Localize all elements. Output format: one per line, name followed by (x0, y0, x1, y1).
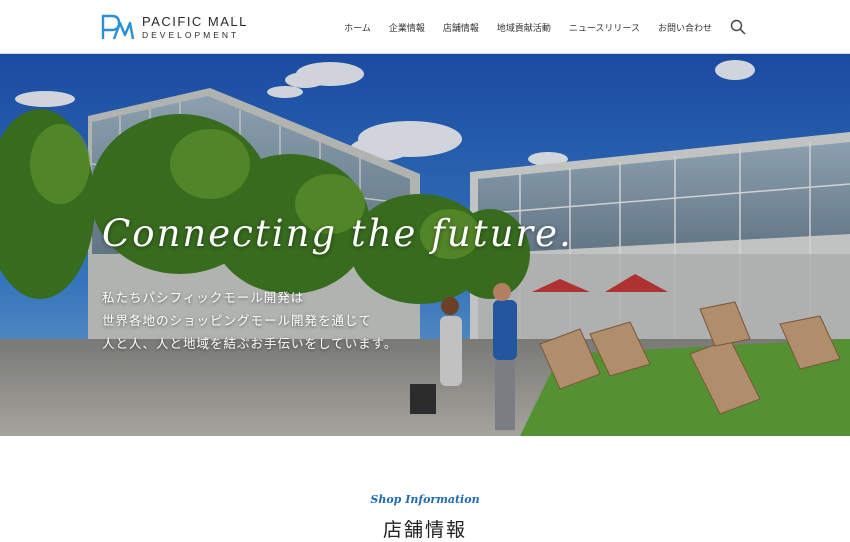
hero-copy: 私たちパシフィックモール開発は 世界各地のショッピングモール開発を通じて 人と人… (102, 286, 397, 355)
section-title-ja: 店舗情報 (382, 519, 467, 541)
logo-mark (101, 14, 135, 40)
nav-news[interactable]: ニュースリリース (569, 21, 640, 34)
hero-copy-line: 人と人、人と地域を結ぶお手伝いをしています。 (102, 336, 398, 351)
nav-contact[interactable]: お問い合わせ (658, 21, 712, 34)
section-title-en: Shop Information (370, 493, 480, 506)
logo-subtitle: DEVELOPMENT (142, 29, 240, 40)
hero-copy-line: 世界各地のショッピングモール開発を通じて (102, 313, 373, 328)
main-nav: ホーム 企業情報 店舗情報 地域貢献活動 ニュースリリース お問い合わせ (326, 0, 746, 54)
logo[interactable]: PACIFIC MALL DEVELOPMENT (100, 12, 248, 42)
hero-banner: Connecting the future. 私たちパシフィックモール開発は 世… (0, 54, 850, 436)
nav-company[interactable]: 企業情報 (389, 21, 425, 34)
nav-stores[interactable]: 店舗情報 (443, 21, 479, 34)
hero-title: Connecting the future. (102, 212, 573, 255)
nav-community[interactable]: 地域貢献活動 (497, 21, 551, 34)
nav-home[interactable]: ホーム (344, 21, 371, 34)
search-icon[interactable] (730, 19, 746, 35)
site-header: PACIFIC MALL DEVELOPMENT ホーム 企業情報 店舗情報 地… (0, 0, 850, 54)
logo-name: PACIFIC MALL (142, 13, 248, 29)
hero-copy-line: 私たちパシフィックモール開発は (102, 290, 305, 305)
